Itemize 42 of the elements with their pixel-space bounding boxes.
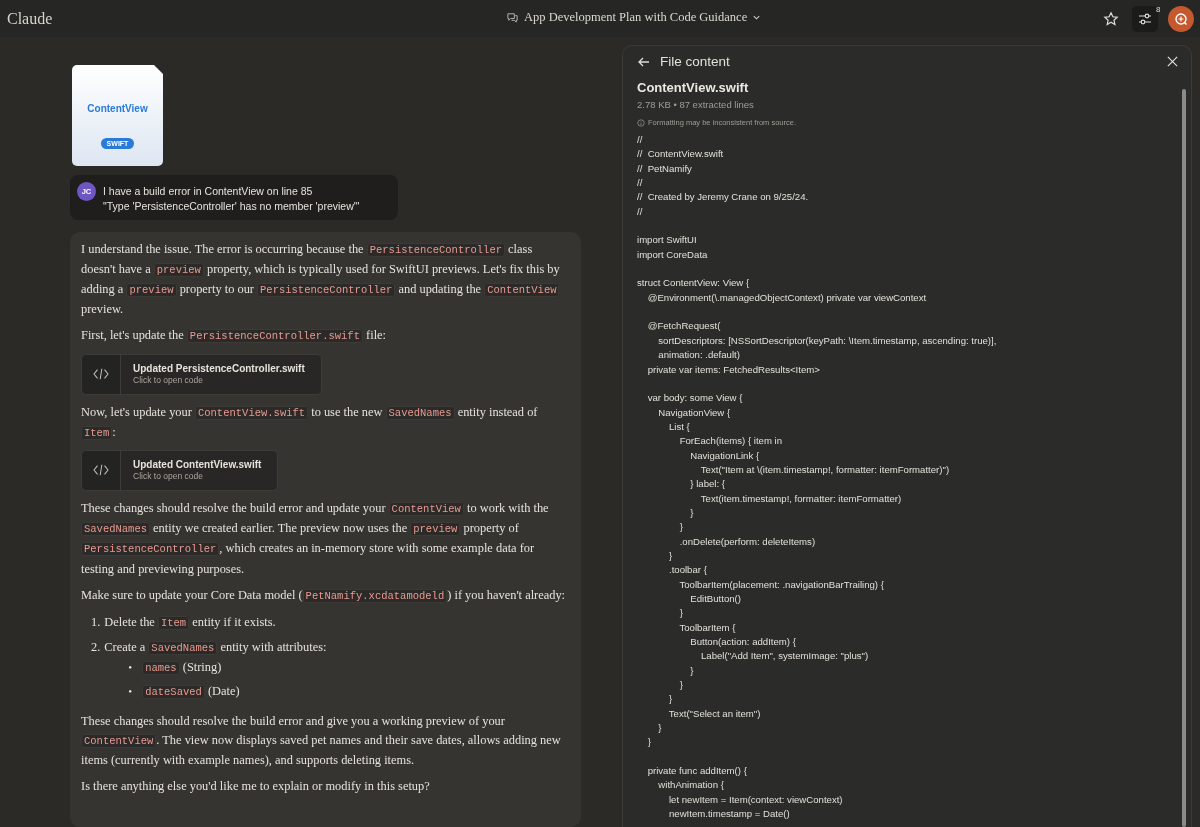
scrollbar[interactable] bbox=[1182, 89, 1186, 827]
artifact-card[interactable]: Updated PersistenceController.swift Click to open code bbox=[81, 353, 322, 395]
code-text: // // ContentView.swift // PetNamify // // Created by Jeremy Crane on 9/25/24. // import SwiftUI import CoreData struct ContentView: View { @Environment(\.managedObjectContext) private var viewContext @FetchRequest( sortDescriptors: [NSSortDescriptor(keyPath: \Item.timestamp, ascending: true)], animation: .default) private var items: FetchedResults<Item> var body: some View { NavigationView { List { ForEach(items) { item in NavigationLink { Text("Item at \(item.timestamp!, formatter: itemFormatter)") } label: { Text(item.timestamp!, formatter: itemFormatter) } } .onDelete(perform: deleteItems) } .toolbar { ToolbarItem(placement: .navigationBarTrailing) { EditButton() } ToolbarItem { Button(action: addItem) { Label("Add Item", systemImage: "plus") } } } Text("Select an item") } } private func addItem() { withAnimation { let newItem = Item(context: viewContext) newItem.timestamp = Date() bbox=[637, 133, 997, 822]
paragraph: First, let's update the PersistenceController.swift file: bbox=[81, 327, 388, 346]
close-button[interactable] bbox=[1166, 55, 1179, 68]
paragraph: These changes should resolve the build error and update your ContentView to work with the SavedNames entity we created earlier. The preview now uses the preview property of PersistenceController , which creates an in-memory store with some example data for testing and previewing purposes. bbox=[81, 499, 550, 578]
file-meta: 2.78 KB • 87 extracted lines bbox=[637, 99, 754, 110]
paragraph: Now, let's update your ContentView.swift to use the new SavedNames entity instead of Item : bbox=[81, 403, 539, 442]
artifact-subtitle: Click to open code bbox=[133, 471, 204, 482]
chat-bubbles-icon bbox=[506, 11, 519, 24]
list-number: 1. bbox=[91, 613, 101, 631]
panel-title: File content bbox=[660, 54, 730, 69]
paragraph: Is there anything else you'd like me to explain or modify in this setup? bbox=[81, 778, 431, 796]
bullet: • bbox=[128, 683, 133, 699]
list-item-text: names (String) bbox=[142, 658, 222, 679]
list-item-text: Create a SavedNames entity with attributes: bbox=[104, 640, 327, 655]
file-title: ContentView.swift bbox=[637, 80, 749, 95]
star-icon bbox=[1103, 10, 1119, 27]
list-item-text: dateSaved (Date) bbox=[142, 681, 240, 702]
artifact-subtitle: Click to open code bbox=[133, 375, 204, 386]
profile-button[interactable] bbox=[1168, 5, 1194, 32]
app-logo-text[interactable]: Claude bbox=[7, 9, 53, 28]
artifact-title: Updated PersistenceController.swift bbox=[133, 363, 305, 375]
notification-count: 8 bbox=[1156, 4, 1161, 14]
code-icon bbox=[92, 463, 110, 478]
conversation-title-button[interactable]: App Development Plan with Code Guidance bbox=[506, 10, 762, 25]
info-icon bbox=[637, 118, 645, 127]
paragraph: Make sure to update your Core Data model ( PetNamify.xcdatamodeld ) if you haven't already: bbox=[81, 586, 567, 605]
artifact-card[interactable]: Updated ContentView.swift Click to open code bbox=[81, 449, 279, 491]
list-item-text: Delete the Item entity if it exists. bbox=[104, 614, 276, 629]
paragraph: I understand the issue. The error is occurring because the PersistenceController class doesn't have a preview property, which is typically used for SwiftUI previews. Let's fix this by adding a preview property to our PersistenceController and updating the ContentView preview. bbox=[81, 240, 561, 319]
message-text: I have a build error in ContentView on line 85 bbox=[103, 184, 314, 197]
artifact-title: Updated ContentView.swift bbox=[133, 459, 262, 471]
magnifier-plus-icon bbox=[1173, 10, 1189, 27]
paragraph: These changes should resolve the build error and give you a working preview of your ContentView . The view now displays saved pet names and their save dates, allows adding new items (currently with example names), and supports deleting items. bbox=[81, 712, 562, 770]
code-icon bbox=[92, 367, 110, 382]
message-text: "Type 'PersistenceController' has no member 'preview'" bbox=[103, 199, 360, 212]
chevron-down-icon bbox=[752, 13, 762, 22]
settings-button[interactable] bbox=[1132, 5, 1158, 32]
bullet: • bbox=[128, 660, 133, 676]
list-number: 2. bbox=[91, 639, 101, 657]
file-name: ContentView bbox=[87, 103, 148, 114]
